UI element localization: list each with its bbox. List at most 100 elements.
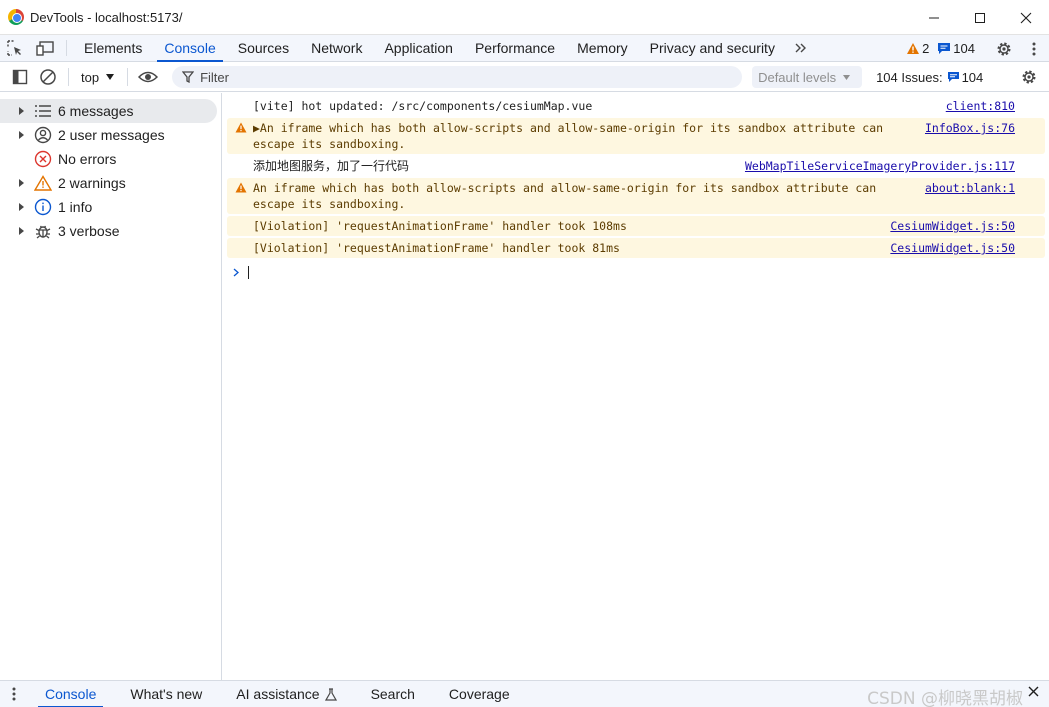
device-toggle-icon (36, 41, 54, 56)
tab-console[interactable]: Console (153, 35, 226, 62)
warning-icon (235, 182, 247, 193)
warning-icon (32, 172, 54, 194)
filter-input[interactable] (200, 69, 701, 85)
log-levels-dropdown[interactable]: Default levels (752, 66, 863, 88)
message-text: [Violation] 'requestAnimationFrame' hand… (253, 241, 620, 255)
kebab-menu-icon (1032, 42, 1036, 55)
context-selector[interactable]: top (75, 63, 121, 92)
warning-icon (907, 43, 920, 54)
warnings-badge[interactable]: 2 (906, 41, 929, 56)
toolbar-divider (68, 68, 69, 86)
console-message-violation: [Violation] 'requestAnimationFrame' hand… (227, 238, 1045, 258)
clear-console-button[interactable] (34, 63, 62, 92)
sidebar-item-label: 2 user messages (58, 127, 165, 143)
close-drawer-icon[interactable] (1028, 686, 1039, 697)
message-icon (938, 43, 951, 54)
inspect-icon (7, 40, 21, 56)
sidebar-item-info[interactable]: 1 info (0, 195, 221, 219)
customize-menu-button[interactable] (1019, 42, 1049, 56)
maximize-icon (975, 12, 985, 23)
kebab-menu-icon (12, 687, 16, 701)
source-link[interactable]: about:blank:1 (925, 180, 1015, 196)
drawer-tab-search[interactable]: Search (354, 681, 432, 707)
console-message-log: [vite] hot updated: /src/components/cesi… (227, 96, 1045, 116)
issues-count-badge: 104 (947, 69, 984, 85)
levels-value: Default levels (758, 69, 837, 85)
sidebar-item-messages[interactable]: 6 messages (0, 99, 217, 123)
gear-icon (997, 42, 1011, 55)
sidebar-item-errors[interactable]: No errors (0, 147, 221, 171)
drawer-tab-coverage[interactable]: Coverage (432, 681, 527, 707)
console-message-warning: ▶An iframe which has both allow-scripts … (227, 118, 1045, 154)
expand-arrow-icon[interactable] (18, 227, 30, 235)
maximize-button[interactable] (957, 0, 1003, 35)
source-link[interactable]: CesiumWidget.js:50 (890, 240, 1015, 256)
source-link[interactable]: WebMapTileServiceImageryProvider.js:117 (745, 158, 1015, 174)
issues-count: 104 (961, 69, 984, 85)
console-settings-button[interactable] (1015, 63, 1043, 92)
caret-down-icon (843, 74, 851, 80)
messages-badge[interactable]: 104 (937, 41, 975, 56)
expand-arrow-icon[interactable] (18, 107, 30, 115)
filter-box[interactable] (172, 66, 743, 88)
sidebar-toggle-icon (12, 69, 28, 85)
source-link[interactable]: InfoBox.js:76 (925, 120, 1015, 136)
tabbar-status: 2 104 (906, 35, 1049, 62)
more-tabs-button[interactable] (786, 35, 816, 61)
tab-application[interactable]: Application (373, 35, 464, 61)
minimize-button[interactable] (911, 0, 957, 35)
drawer-tab-whats-new[interactable]: What's new (113, 681, 219, 707)
text-caret (248, 265, 249, 279)
sidebar-item-warnings[interactable]: 2 warnings (0, 171, 221, 195)
inspect-element-button[interactable] (0, 35, 30, 61)
toolbar-divider (127, 68, 129, 86)
expand-arrow-icon[interactable] (18, 179, 30, 187)
console-message-violation: [Violation] 'requestAnimationFrame' hand… (227, 216, 1045, 236)
issues-label: 104 Issues: (876, 69, 943, 85)
console-prompt[interactable] (233, 262, 1049, 282)
expand-arrow-icon[interactable] (18, 131, 30, 139)
sidebar-item-user-messages[interactable]: 2 user messages (0, 123, 221, 147)
drawer-tab-ai-assistance[interactable]: AI assistance (219, 681, 353, 707)
console-sidebar: 6 messages 2 user messages No errors 2 w… (0, 93, 222, 680)
issues-button[interactable]: 104 Issues: 104 (876, 70, 983, 85)
context-value: top (81, 69, 100, 85)
message-text[interactable]: ▶An iframe which has both allow-scripts … (253, 120, 903, 152)
sidebar-item-label: No errors (58, 151, 117, 167)
close-icon (1020, 12, 1032, 23)
window-title: DevTools - localhost:5173/ (30, 9, 183, 25)
tab-sources[interactable]: Sources (227, 35, 300, 61)
device-toolbar-button[interactable] (30, 35, 60, 61)
tab-network[interactable]: Network (300, 35, 373, 61)
tab-memory[interactable]: Memory (566, 35, 639, 61)
message-text: [vite] hot updated: /src/components/cesi… (253, 99, 593, 113)
tab-performance[interactable]: Performance (464, 35, 566, 61)
source-link[interactable]: client:810 (946, 98, 1015, 114)
drawer-tab-console[interactable]: Console (28, 681, 113, 707)
flask-icon (324, 687, 337, 701)
sidebar-item-verbose[interactable]: 3 verbose (0, 219, 221, 243)
window-titlebar: DevTools - localhost:5173/ (0, 0, 1049, 35)
warning-icon (235, 122, 247, 133)
expand-arrow-icon[interactable] (18, 203, 30, 211)
drawer-menu-button[interactable] (0, 687, 28, 701)
eye-icon (138, 71, 159, 83)
message-icon (947, 72, 959, 82)
tab-privacy-security[interactable]: Privacy and security (639, 35, 786, 61)
settings-button[interactable] (989, 40, 1019, 58)
message-text: An iframe which has both allow-scripts a… (253, 181, 884, 211)
watermark: CSDN @柳晓黑胡椒 (867, 689, 1023, 707)
close-window-button[interactable] (1003, 0, 1049, 35)
messages-count: 104 (953, 41, 975, 56)
tab-elements[interactable]: Elements (73, 35, 153, 61)
drawer-tab-label: AI assistance (236, 686, 320, 702)
source-link[interactable]: CesiumWidget.js:50 (890, 218, 1015, 234)
sidebar-item-label: 6 messages (58, 103, 134, 119)
user-icon (32, 124, 54, 146)
toggle-sidebar-button[interactable] (6, 63, 34, 92)
sidebar-item-label: 2 warnings (58, 175, 126, 191)
tabbar-divider (66, 40, 67, 56)
info-icon (32, 196, 54, 218)
live-expression-button[interactable] (134, 63, 162, 92)
sidebar-item-label: 3 verbose (58, 223, 120, 239)
